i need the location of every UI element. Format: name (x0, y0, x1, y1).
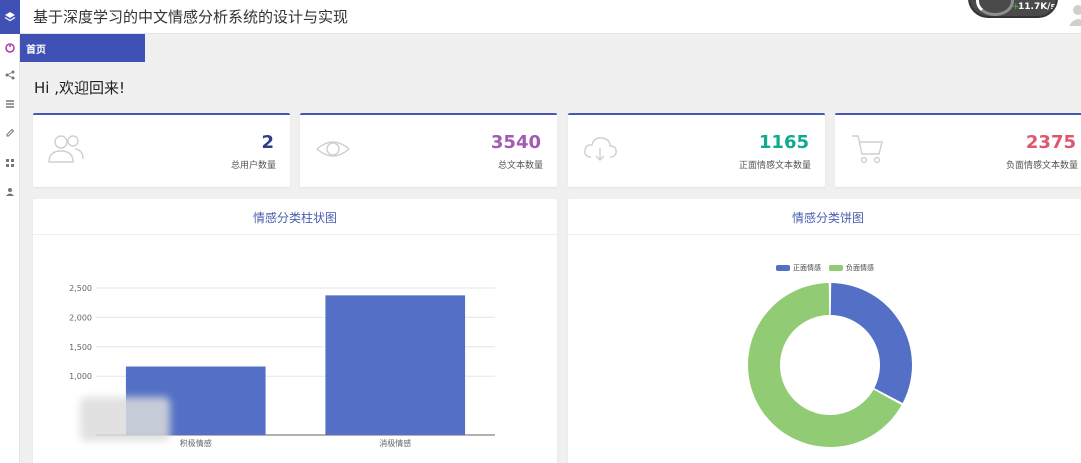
blurred-overlay (80, 397, 170, 441)
user-avatar-icon[interactable] (1064, 2, 1081, 26)
pie-chart-panel: 情感分类饼图 正面情感 负面情感 (568, 199, 1081, 463)
stat-label: 总用户数量 (230, 161, 276, 171)
edit-icon[interactable] (0, 126, 20, 140)
grid-icon[interactable] (0, 156, 20, 170)
stat-value: 2 (261, 132, 274, 153)
y-tick-label: 2,500 (69, 284, 92, 293)
stat-card-negative: 2375 负面情感文本数量 (835, 113, 1081, 187)
cloud-download-icon (584, 137, 617, 161)
cart-icon (852, 135, 883, 164)
y-tick-label: 1,500 (69, 343, 92, 352)
logo[interactable] (0, 0, 20, 34)
share-icon[interactable] (0, 68, 20, 82)
app-title: 基于深度学习的中文情感分析系统的设计与实现 (33, 8, 349, 26)
stat-value: 2375 (1025, 132, 1076, 153)
palette-icon[interactable] (0, 41, 20, 55)
stat-label: 总文本数量 (497, 161, 543, 171)
stat-card-users: 2 总用户数量 (33, 113, 290, 187)
stat-value: 1165 (758, 132, 809, 153)
sidebar (0, 0, 20, 463)
welcome-message: Hi ,欢迎回来! (34, 79, 125, 97)
user-icon[interactable] (0, 185, 20, 199)
stat-label: 负面情感文本数量 (1005, 161, 1078, 171)
network-speed: 11.7K/s (1018, 2, 1056, 12)
x-tick-label: 消极情感 (379, 438, 411, 448)
donut-chart (748, 283, 912, 447)
top-header: 基于深度学习的中文情感分析系统的设计与实现 + 11.7K/s (20, 0, 1081, 34)
users-icon (48, 135, 84, 163)
stat-value: 3540 (490, 132, 541, 153)
stat-label: 正面情感文本数量 (738, 161, 811, 171)
x-tick-label: 积极情感 (180, 438, 212, 448)
list-icon[interactable] (0, 97, 20, 111)
speed-gauge-icon (976, 0, 1014, 16)
slice-0 (830, 283, 912, 404)
tab-home[interactable]: 首页 (20, 34, 145, 62)
y-tick-label: 1,000 (69, 372, 92, 381)
bar-1 (325, 295, 466, 435)
stat-card-texts: 3540 总文本数量 (300, 113, 557, 187)
layers-icon (4, 12, 16, 22)
eye-icon (315, 141, 351, 157)
network-speed-widget: + 11.7K/s (968, 0, 1058, 18)
stat-card-positive: 1165 正面情感文本数量 (568, 113, 825, 187)
y-tick-label: 2,000 (69, 313, 92, 322)
